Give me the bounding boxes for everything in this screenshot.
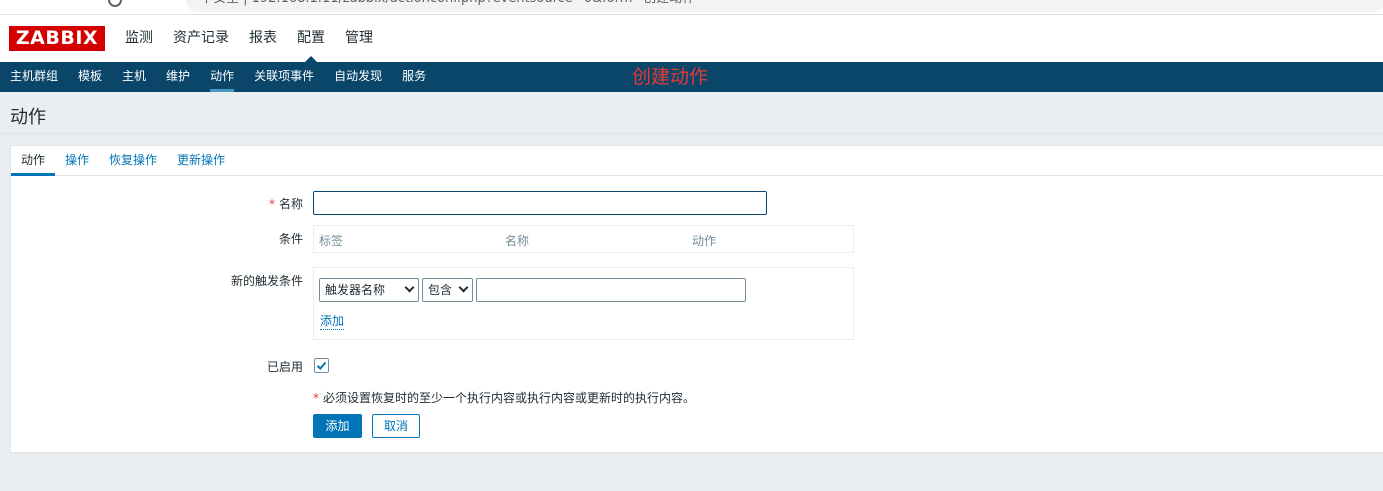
enabled-label: 已启用: [266, 360, 303, 374]
address-bar[interactable]: 不安全 | 192.168.1.11/zabbix/actionconf.php…: [186, 0, 1383, 12]
add-button[interactable]: 添加: [313, 414, 362, 438]
form-tabs: 动作 操作 恢复操作 更新操作: [11, 146, 1383, 176]
sub-menu: 主机群组 模板 主机 维护 动作 关联项事件 自动发现 服务 创建动作: [0, 62, 1383, 92]
main-menu-item-monitoring[interactable]: 监测: [115, 15, 163, 62]
title-divider: [0, 133, 1383, 134]
reload-icon[interactable]: [108, 0, 122, 7]
sub-menu-item-event-correlation[interactable]: 关联项事件: [244, 62, 324, 92]
action-form-panel: 动作 操作 恢复操作 更新操作 * 名称 条件 标签 名称 动作 新的触发条件 触…: [10, 145, 1383, 453]
name-input[interactable]: [313, 191, 767, 215]
main-menu-item-reports[interactable]: 报表: [239, 15, 287, 62]
name-label-text: 名称: [278, 197, 303, 211]
tab-update-operations[interactable]: 更新操作: [167, 146, 235, 175]
name-label: * 名称: [269, 195, 303, 212]
conditions-col-name: 名称: [505, 234, 530, 248]
conditions-col-action: 动作: [692, 234, 717, 248]
condition-type-value: 触发器名称: [325, 283, 386, 297]
sub-menu-item-maintenance[interactable]: 维护: [156, 62, 200, 92]
required-mark: *: [268, 197, 275, 211]
condition-operator-select[interactable]: 包含: [422, 278, 473, 302]
condition-type-select[interactable]: 触发器名称: [319, 278, 419, 302]
new-condition-box: 触发器名称 包含 添加: [313, 267, 854, 340]
zabbix-logo[interactable]: ZABBIX: [9, 26, 105, 51]
tab-operations[interactable]: 操作: [55, 146, 99, 175]
main-menu-item-configuration[interactable]: 配置: [287, 15, 335, 62]
checkmark-icon: [316, 361, 327, 370]
enabled-checkbox[interactable]: [314, 358, 329, 373]
add-condition-link[interactable]: 添加: [320, 314, 345, 330]
condition-operator-value: 包含: [428, 283, 453, 297]
annotation-text: 创建动作: [632, 66, 709, 88]
required-mark: *: [313, 391, 319, 405]
conditions-label: 条件: [278, 232, 303, 246]
sub-menu-item-services[interactable]: 服务: [392, 62, 436, 92]
page-title: 动作: [10, 107, 46, 128]
tab-action[interactable]: 动作: [11, 146, 56, 176]
condition-value-input[interactable]: [476, 278, 746, 302]
sub-menu-item-actions[interactable]: 动作: [200, 62, 244, 92]
requirement-note-text: 必须设置恢复时的至少一个执行内容或执行内容或更新时的执行内容。: [323, 391, 696, 405]
top-menu: ZABBIX 监测 资产记录 报表 配置 管理: [0, 15, 1383, 62]
chevron-down-icon: [458, 282, 469, 293]
sub-menu-item-host-groups[interactable]: 主机群组: [0, 62, 68, 92]
chevron-down-icon: [404, 282, 415, 293]
main-menu: 监测 资产记录 报表 配置 管理: [115, 15, 383, 62]
sub-menu-item-discovery[interactable]: 自动发现: [324, 62, 392, 92]
new-condition-label: 新的触发条件: [230, 274, 303, 288]
requirement-note: * 必须设置恢复时的至少一个执行内容或执行内容或更新时的执行内容。: [313, 389, 695, 406]
cancel-button[interactable]: 取消: [372, 414, 420, 438]
browser-toolbar: 不安全 | 192.168.1.11/zabbix/actionconf.php…: [0, 0, 1383, 15]
conditions-col-label: 标签: [319, 234, 344, 248]
main-menu-item-inventory[interactable]: 资产记录: [163, 15, 239, 62]
tab-recovery-operations[interactable]: 恢复操作: [99, 146, 167, 175]
sub-menu-item-hosts[interactable]: 主机: [112, 62, 156, 92]
conditions-table: 标签 名称 动作: [313, 225, 854, 253]
main-menu-item-administration[interactable]: 管理: [335, 15, 383, 62]
sub-menu-item-templates[interactable]: 模板: [68, 62, 112, 92]
